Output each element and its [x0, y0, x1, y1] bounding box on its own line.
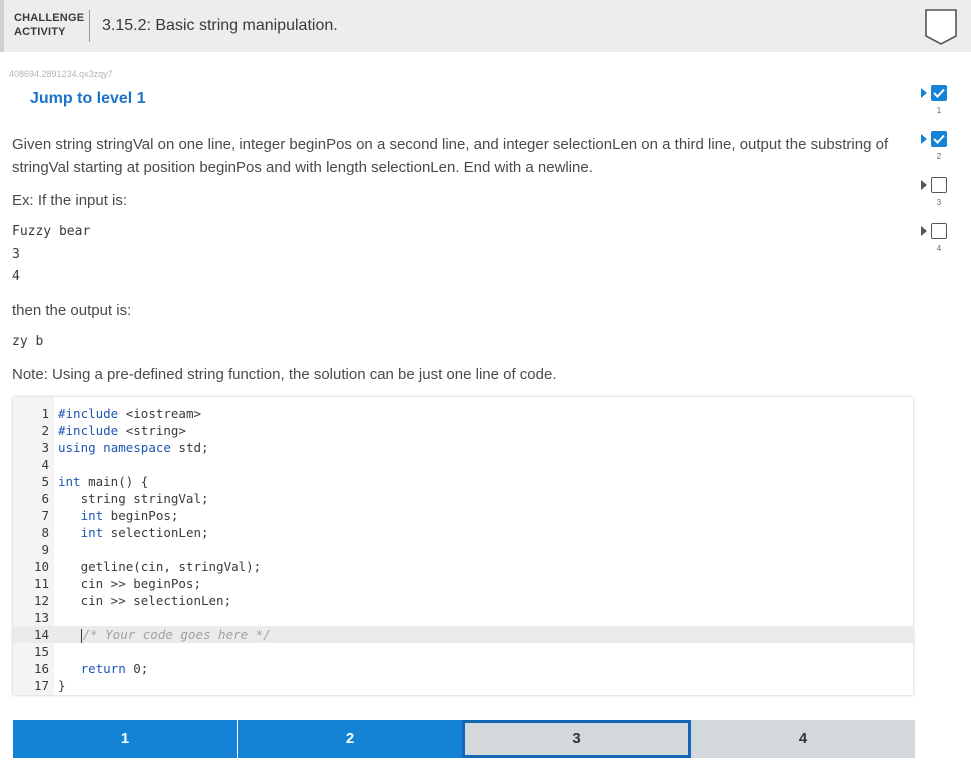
level-4-check-icon[interactable] [931, 223, 947, 239]
example-output-line: zy b [12, 334, 44, 349]
code-text[interactable]: cin >> beginPos; [58, 575, 201, 592]
line-number: 17 [33, 678, 49, 693]
code-text[interactable]: string stringVal; [58, 490, 209, 507]
code-line[interactable]: 12 cin >> selectionLen; [13, 592, 913, 609]
line-number: 10 [33, 559, 49, 574]
jump-to-level-link[interactable]: Jump to level 1 [30, 90, 146, 108]
line-number: 5 [41, 474, 49, 489]
header-divider [89, 10, 90, 42]
code-line[interactable]: 3 using namespace std; [13, 439, 913, 456]
code-line[interactable]: 9 [13, 541, 913, 558]
code-line[interactable]: 13 [13, 609, 913, 626]
code-text[interactable]: getline(cin, stringVal); [58, 558, 262, 575]
code-text[interactable]: return 0; [58, 660, 149, 677]
level-4-button[interactable]: 4 [691, 720, 915, 758]
level-1-check-icon[interactable] [931, 85, 947, 101]
code-text[interactable]: cin >> selectionLen; [58, 592, 232, 609]
solution-note: Note: Using a pre-defined string functio… [12, 366, 557, 383]
level-1-arrow-icon [921, 88, 927, 98]
code-line[interactable]: 5 int main() { [13, 473, 913, 490]
code-line[interactable]: 11 cin >> beginPos; [13, 575, 913, 592]
code-line[interactable]: 1 #include <iostream> [13, 405, 913, 422]
level-1-button[interactable]: 1 [13, 720, 237, 758]
level-4-number: 4 [936, 244, 942, 253]
code-line[interactable]: 8 int selectionLen; [13, 524, 913, 541]
level-progress-bar: 1 2 3 4 [13, 720, 915, 758]
level-3-arrow-icon [921, 180, 927, 190]
output-intro: then the output is: [12, 302, 132, 319]
level-1-number: 1 [936, 106, 942, 115]
code-text[interactable]: int main() { [58, 473, 148, 490]
line-number: 4 [41, 457, 49, 472]
example-input-line-3: 4 [12, 269, 20, 284]
text-cursor [80, 628, 82, 643]
code-editor[interactable]: 1 #include <iostream> 2 #include <string> 3 u… [13, 397, 913, 695]
code-line[interactable]: 16 return 0; [13, 660, 913, 677]
level-2-arrow-icon [921, 134, 927, 144]
code-line[interactable]: 2 #include <string> [13, 422, 913, 439]
header-bar: CHALLENGE ACTIVITY 3.15.2: Basic string … [0, 0, 971, 52]
level-2-check-icon[interactable] [931, 131, 947, 147]
line-number: 6 [41, 491, 49, 506]
code-text[interactable]: #include <string> [58, 422, 186, 439]
line-number: 8 [41, 525, 49, 540]
code-line[interactable]: 7 int beginPos; [13, 507, 913, 524]
line-number: 13 [33, 610, 49, 625]
line-number: 7 [41, 508, 49, 523]
challenge-label-line2: ACTIVITY [14, 26, 66, 38]
problem-description: Given string stringVal on one line, inte… [12, 136, 889, 176]
completion-shield-icon [925, 9, 957, 45]
challenge-activity-label: CHALLENGE ACTIVITY [14, 11, 84, 39]
example-input-line-1: Fuzzy bear [12, 224, 91, 239]
challenge-label-line1: CHALLENGE [14, 12, 85, 24]
code-text[interactable]: int beginPos; [58, 507, 179, 524]
code-text[interactable]: using namespace std; [58, 439, 209, 456]
level-2-button[interactable]: 2 [238, 720, 462, 758]
header-accent-bar [0, 0, 4, 52]
activity-title: 3.15.2: Basic string manipulation. [102, 17, 338, 34]
line-number: 2 [41, 423, 49, 438]
code-line[interactable]: 17} [13, 677, 913, 694]
code-text[interactable]: /* Your code goes here */ [58, 626, 271, 643]
line-number: 14 [33, 627, 49, 642]
line-number: 16 [33, 661, 49, 676]
level-3-number: 3 [936, 198, 942, 207]
code-text[interactable]: } [58, 677, 66, 694]
code-line[interactable]: 4 [13, 456, 913, 473]
level-2-number: 2 [936, 152, 942, 161]
level-4-arrow-icon [921, 226, 927, 236]
line-number: 1 [41, 406, 49, 421]
code-text[interactable]: int selectionLen; [58, 524, 209, 541]
level-3-check-icon[interactable] [931, 177, 947, 193]
page-scrollbar[interactable] [962, 52, 971, 774]
line-number: 11 [33, 576, 49, 591]
line-number: 9 [41, 542, 49, 557]
code-line[interactable]: 10 getline(cin, stringVal); [13, 558, 913, 575]
example-intro: Ex: If the input is: [12, 192, 128, 209]
level-3-button[interactable]: 3 [462, 720, 691, 758]
code-line[interactable]: 14 /* Your code goes here */ [13, 626, 913, 643]
code-line[interactable]: 15 [13, 643, 913, 660]
code-text[interactable]: #include <iostream> [58, 405, 201, 422]
line-number: 12 [33, 593, 49, 608]
example-input-line-2: 3 [12, 247, 20, 262]
code-line[interactable]: 6 string stringVal; [13, 490, 913, 507]
line-number: 15 [33, 644, 49, 659]
line-number: 3 [41, 440, 49, 455]
activity-id: 408694.2891234.qx3zqy7 [9, 69, 113, 79]
